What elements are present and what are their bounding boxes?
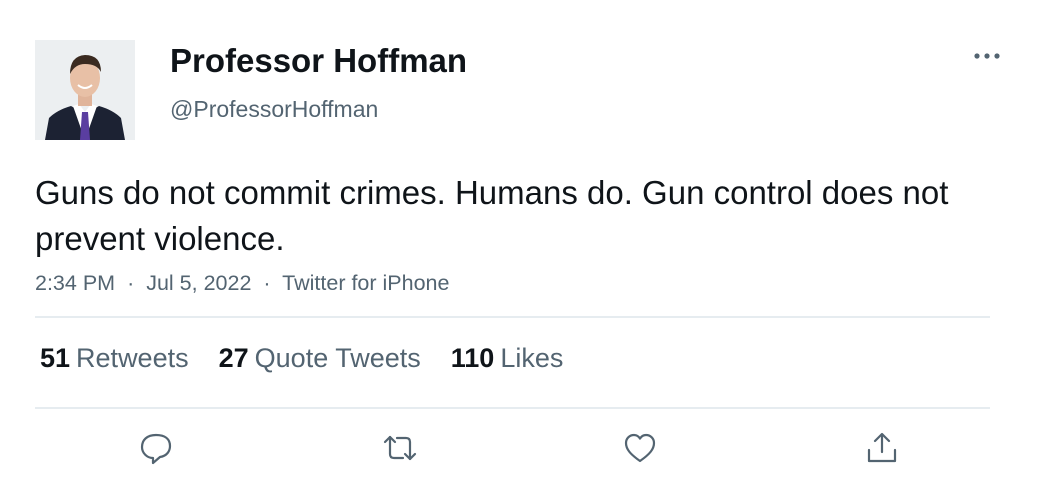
likes-label: Likes [500, 343, 564, 373]
meta-separator: · [127, 271, 135, 295]
meta-separator: · [263, 271, 271, 295]
retweet-icon[interactable] [380, 428, 420, 468]
tweet-meta: 2:34 PM · Jul 5, 2022 · Twitter for iPho… [35, 271, 449, 296]
avatar[interactable] [35, 40, 135, 140]
tweet-time[interactable]: 2:34 PM [35, 271, 115, 295]
user-handle[interactable]: @ProfessorHoffman [170, 96, 378, 123]
quote-tweets-stat[interactable]: 27 Quote Tweets [219, 343, 421, 374]
likes-stat[interactable]: 110 Likes [451, 343, 564, 374]
retweets-label: Retweets [76, 343, 189, 373]
tweet-stats: 51 Retweets 27 Quote Tweets 110 Likes [40, 343, 563, 374]
quotes-label: Quote Tweets [254, 343, 421, 373]
tweet-source[interactable]: Twitter for iPhone [282, 271, 449, 295]
likes-count: 110 [450, 343, 495, 373]
tweet-date[interactable]: Jul 5, 2022 [146, 271, 251, 295]
like-icon[interactable] [620, 428, 660, 468]
divider [35, 316, 990, 318]
quotes-count: 27 [218, 343, 249, 373]
retweets-count: 51 [40, 343, 71, 373]
tweet-text: Guns do not commit crimes. Humans do. Gu… [35, 174, 949, 257]
reply-icon[interactable] [136, 428, 176, 468]
more-icon[interactable] [972, 46, 1002, 66]
divider [35, 407, 990, 409]
display-name[interactable]: Professor Hoffman [170, 42, 467, 80]
share-icon[interactable] [862, 428, 902, 468]
retweets-stat[interactable]: 51 Retweets [40, 343, 189, 374]
